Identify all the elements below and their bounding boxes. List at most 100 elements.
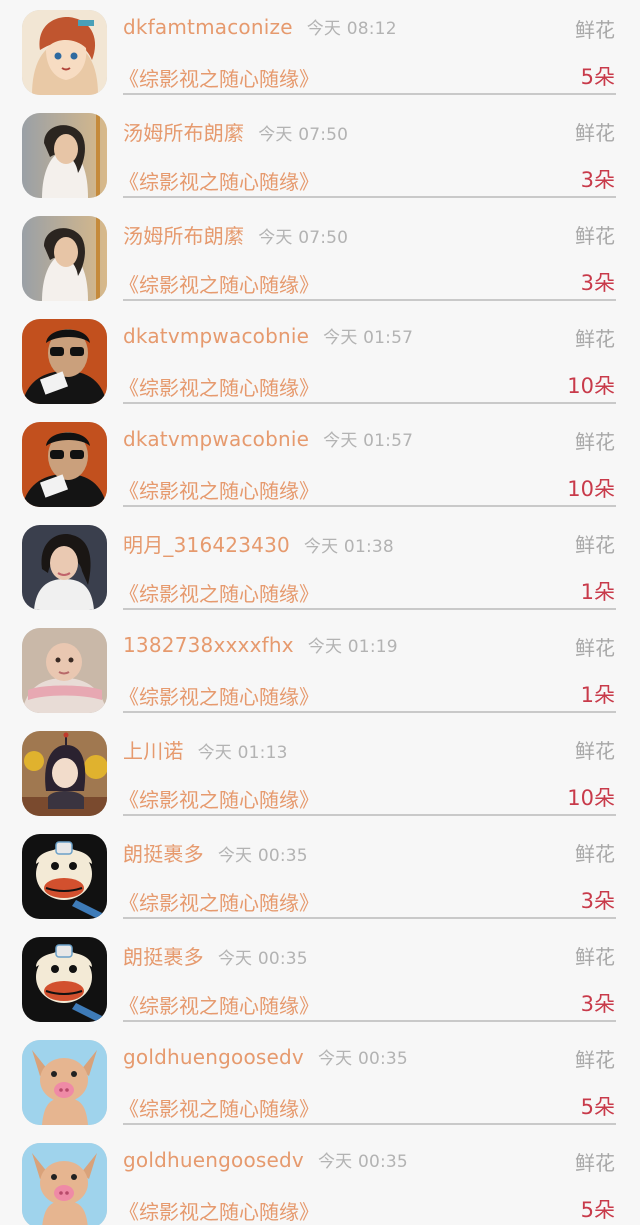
gift-record-row[interactable]: dkatvmpwacobnie 今天 01:57 鲜花 《综影视之随心随缘》 10… xyxy=(0,309,640,412)
anime-girl-avatar[interactable] xyxy=(22,10,107,95)
username-text[interactable]: 上川诺 xyxy=(123,739,184,763)
gift-count: 3朵 xyxy=(580,168,615,192)
username-text[interactable]: 明月_316423430 xyxy=(123,533,290,557)
gift-type-label: 鲜花 xyxy=(575,224,615,248)
username[interactable]: 明月_316423430 今天 01:38 xyxy=(123,529,394,558)
gift-type-label: 鲜花 xyxy=(575,533,615,557)
monkey-cartoon-avatar[interactable] xyxy=(22,834,107,919)
gift-count: 5朵 xyxy=(580,1198,615,1222)
monkey-cartoon-avatar[interactable] xyxy=(22,937,107,1022)
book-title-link[interactable]: 《综影视之随心随缘》 xyxy=(119,1196,319,1225)
gift-record-row[interactable]: 明月_316423430 今天 01:38 鲜花 《综影视之随心随缘》 1朵 xyxy=(0,515,640,618)
puppy-avatar[interactable] xyxy=(22,1143,107,1225)
username-text[interactable]: dkfamtmaconize xyxy=(123,15,293,39)
gift-type-label: 鲜花 xyxy=(575,739,615,763)
username-text[interactable]: dkatvmpwacobnie xyxy=(123,427,309,451)
username[interactable]: dkatvmpwacobnie 今天 01:57 xyxy=(123,426,413,451)
gift-record-row[interactable]: 汤姆所布朗縻 今天 07:50 鲜花 《综影视之随心随缘》 3朵 xyxy=(0,206,640,309)
row-divider xyxy=(123,299,616,301)
book-title-link[interactable]: 《综影视之随心随缘》 xyxy=(119,681,319,710)
gift-count: 10朵 xyxy=(567,786,615,810)
book-title-link[interactable]: 《综影视之随心随缘》 xyxy=(119,372,319,401)
row-divider xyxy=(123,814,616,816)
anime-character-avatar[interactable] xyxy=(22,731,107,816)
puppy-avatar[interactable] xyxy=(22,1040,107,1125)
timestamp: 今天 01:38 xyxy=(303,537,394,557)
gift-count: 10朵 xyxy=(567,374,615,398)
book-title-link[interactable]: 《综影视之随心随缘》 xyxy=(119,887,319,916)
username[interactable]: 汤姆所布朗縻 今天 07:50 xyxy=(123,117,348,146)
gift-type-label: 鲜花 xyxy=(575,121,615,145)
book-title-link[interactable]: 《综影视之随心随缘》 xyxy=(119,784,319,813)
username[interactable]: 1382738xxxxfhx 今天 01:19 xyxy=(123,632,398,657)
username[interactable]: goldhuengoosedv 今天 00:35 xyxy=(123,1044,408,1069)
woman-portrait-avatar[interactable] xyxy=(22,216,107,301)
row-divider xyxy=(123,402,616,404)
gift-record-row[interactable]: dkfamtmaconize 今天 08:12 鲜花 《综影视之随心随缘》 5朵 xyxy=(0,0,640,103)
gift-record-row[interactable]: dkatvmpwacobnie 今天 01:57 鲜花 《综影视之随心随缘》 10… xyxy=(0,412,640,515)
username[interactable]: dkatvmpwacobnie 今天 01:57 xyxy=(123,323,413,348)
baby-avatar[interactable] xyxy=(22,628,107,713)
gift-record-row[interactable]: 1382738xxxxfhx 今天 01:19 鲜花 《综影视之随心随缘》 1朵 xyxy=(0,618,640,721)
gift-count: 1朵 xyxy=(580,580,615,604)
book-title-link[interactable]: 《综影视之随心随缘》 xyxy=(119,990,319,1019)
gift-type-label: 鲜花 xyxy=(575,945,615,969)
book-title-link[interactable]: 《综影视之随心随缘》 xyxy=(119,269,319,298)
username[interactable]: 汤姆所布朗縻 今天 07:50 xyxy=(123,220,348,249)
woman-portrait-avatar[interactable] xyxy=(22,113,107,198)
gift-record-list: dkfamtmaconize 今天 08:12 鲜花 《综影视之随心随缘》 5朵 … xyxy=(0,0,640,1225)
username[interactable]: 上川诺 今天 01:13 xyxy=(123,735,288,764)
book-title-link[interactable]: 《综影视之随心随缘》 xyxy=(119,166,319,195)
row-divider xyxy=(123,93,616,95)
username-text[interactable]: goldhuengoosedv xyxy=(123,1148,304,1172)
man-sunglasses-avatar[interactable] xyxy=(22,422,107,507)
timestamp: 今天 01:57 xyxy=(323,431,414,451)
gift-type-label: 鲜花 xyxy=(575,842,615,866)
username-text[interactable]: goldhuengoosedv xyxy=(123,1045,304,1069)
gift-type-label: 鲜花 xyxy=(575,1151,615,1175)
man-sunglasses-avatar[interactable] xyxy=(22,319,107,404)
username-text[interactable]: 1382738xxxxfhx xyxy=(123,633,294,657)
gift-record-row[interactable]: goldhuengoosedv 今天 00:35 鲜花 《综影视之随心随缘》 5朵 xyxy=(0,1133,640,1225)
gift-record-row[interactable]: goldhuengoosedv 今天 00:35 鲜花 《综影视之随心随缘》 5朵 xyxy=(0,1030,640,1133)
username-text[interactable]: 汤姆所布朗縻 xyxy=(123,224,244,248)
timestamp: 今天 01:57 xyxy=(323,328,414,348)
row-divider xyxy=(123,505,616,507)
gift-type-label: 鲜花 xyxy=(575,430,615,454)
girl-portrait-avatar[interactable] xyxy=(22,525,107,610)
gift-record-row[interactable]: 上川诺 今天 01:13 鲜花 《综影视之随心随缘》 10朵 xyxy=(0,721,640,824)
gift-type-label: 鲜花 xyxy=(575,327,615,351)
row-divider xyxy=(123,1020,616,1022)
username[interactable]: 朗挺裹多 今天 00:35 xyxy=(123,838,308,867)
gift-type-label: 鲜花 xyxy=(575,636,615,660)
timestamp: 今天 07:50 xyxy=(258,125,349,145)
row-divider xyxy=(123,711,616,713)
gift-record-row[interactable]: 汤姆所布朗縻 今天 07:50 鲜花 《综影视之随心随缘》 3朵 xyxy=(0,103,640,206)
row-divider xyxy=(123,608,616,610)
username-text[interactable]: 朗挺裹多 xyxy=(123,945,204,969)
gift-count: 3朵 xyxy=(580,271,615,295)
username[interactable]: dkfamtmaconize 今天 08:12 xyxy=(123,14,397,39)
username[interactable]: goldhuengoosedv 今天 00:35 xyxy=(123,1147,408,1172)
gift-type-label: 鲜花 xyxy=(575,18,615,42)
timestamp: 今天 00:35 xyxy=(217,949,308,969)
username[interactable]: 朗挺裹多 今天 00:35 xyxy=(123,941,308,970)
timestamp: 今天 07:50 xyxy=(258,228,349,248)
gift-record-row[interactable]: 朗挺裹多 今天 00:35 鲜花 《综影视之随心随缘》 3朵 xyxy=(0,927,640,1030)
book-title-link[interactable]: 《综影视之随心随缘》 xyxy=(119,63,319,92)
gift-count: 10朵 xyxy=(567,477,615,501)
row-divider xyxy=(123,1123,616,1125)
timestamp: 今天 00:35 xyxy=(317,1152,408,1172)
username-text[interactable]: dkatvmpwacobnie xyxy=(123,324,309,348)
gift-record-row[interactable]: 朗挺裹多 今天 00:35 鲜花 《综影视之随心随缘》 3朵 xyxy=(0,824,640,927)
gift-type-label: 鲜花 xyxy=(575,1048,615,1072)
username-text[interactable]: 朗挺裹多 xyxy=(123,842,204,866)
username-text[interactable]: 汤姆所布朗縻 xyxy=(123,121,244,145)
book-title-link[interactable]: 《综影视之随心随缘》 xyxy=(119,475,319,504)
row-divider xyxy=(123,196,616,198)
book-title-link[interactable]: 《综影视之随心随缘》 xyxy=(119,578,319,607)
book-title-link[interactable]: 《综影视之随心随缘》 xyxy=(119,1093,319,1122)
row-divider xyxy=(123,917,616,919)
timestamp: 今天 08:12 xyxy=(306,19,397,39)
gift-count: 3朵 xyxy=(580,889,615,913)
